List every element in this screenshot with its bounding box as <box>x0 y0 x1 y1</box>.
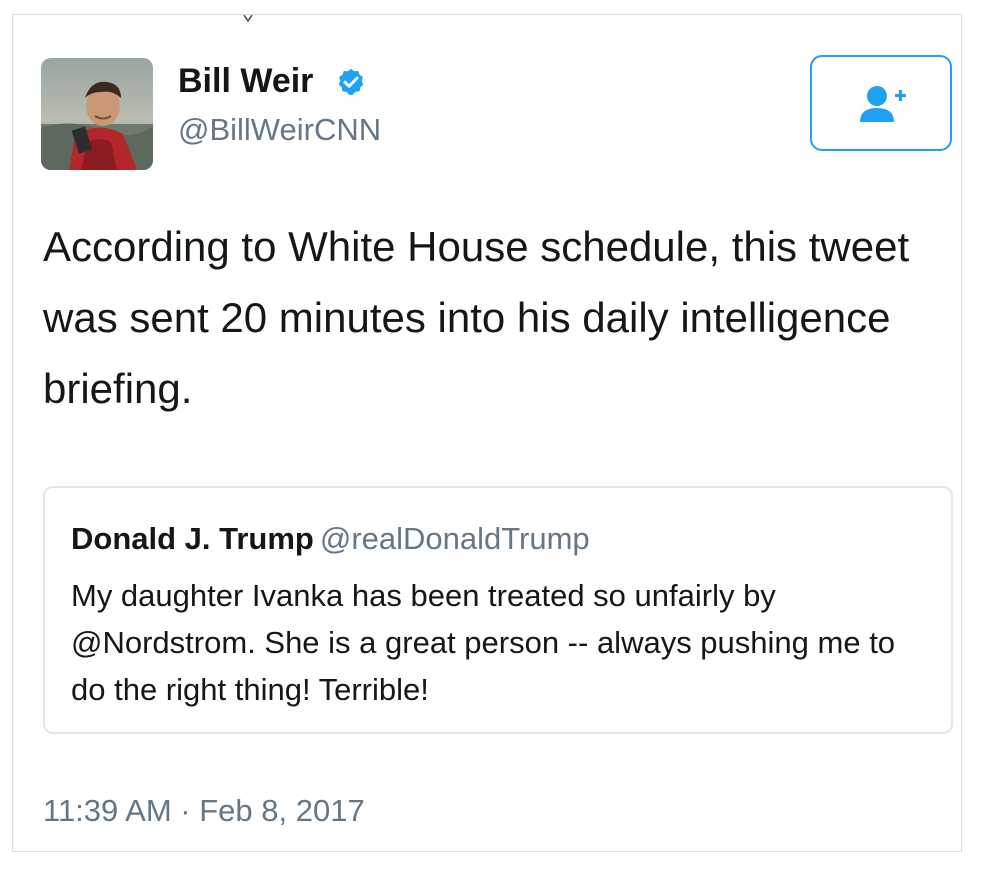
follow-button[interactable] <box>810 55 952 151</box>
tweet-text: According to White House schedule, this … <box>43 223 910 412</box>
quoted-tweet-text: My daughter Ivanka has been treated so u… <box>71 578 896 707</box>
quoted-tweet-header: Donald J. Trump @realDonaldTrump <box>71 520 590 558</box>
author-handle[interactable]: @BillWeirCNN <box>178 111 381 149</box>
verified-badge-icon <box>338 68 364 96</box>
follow-user-icon <box>860 86 906 122</box>
quoted-author-name: Donald J. Trump <box>71 521 314 556</box>
quoted-tweet[interactable]: Donald J. Trump @realDonaldTrump My daugh… <box>43 486 953 734</box>
avatar-photo <box>41 58 153 170</box>
tweet-card: Bill Weir @BillWeirCNN According to Whit… <box>12 14 962 852</box>
avatar[interactable] <box>41 58 153 170</box>
quoted-author-handle: @realDonaldTrump <box>319 521 590 556</box>
tweet-timestamp[interactable]: 11:39 AM · Feb 8, 2017 <box>43 791 365 831</box>
author-display-name[interactable]: Bill Weir <box>178 61 313 101</box>
cropped-glyph <box>243 15 253 23</box>
